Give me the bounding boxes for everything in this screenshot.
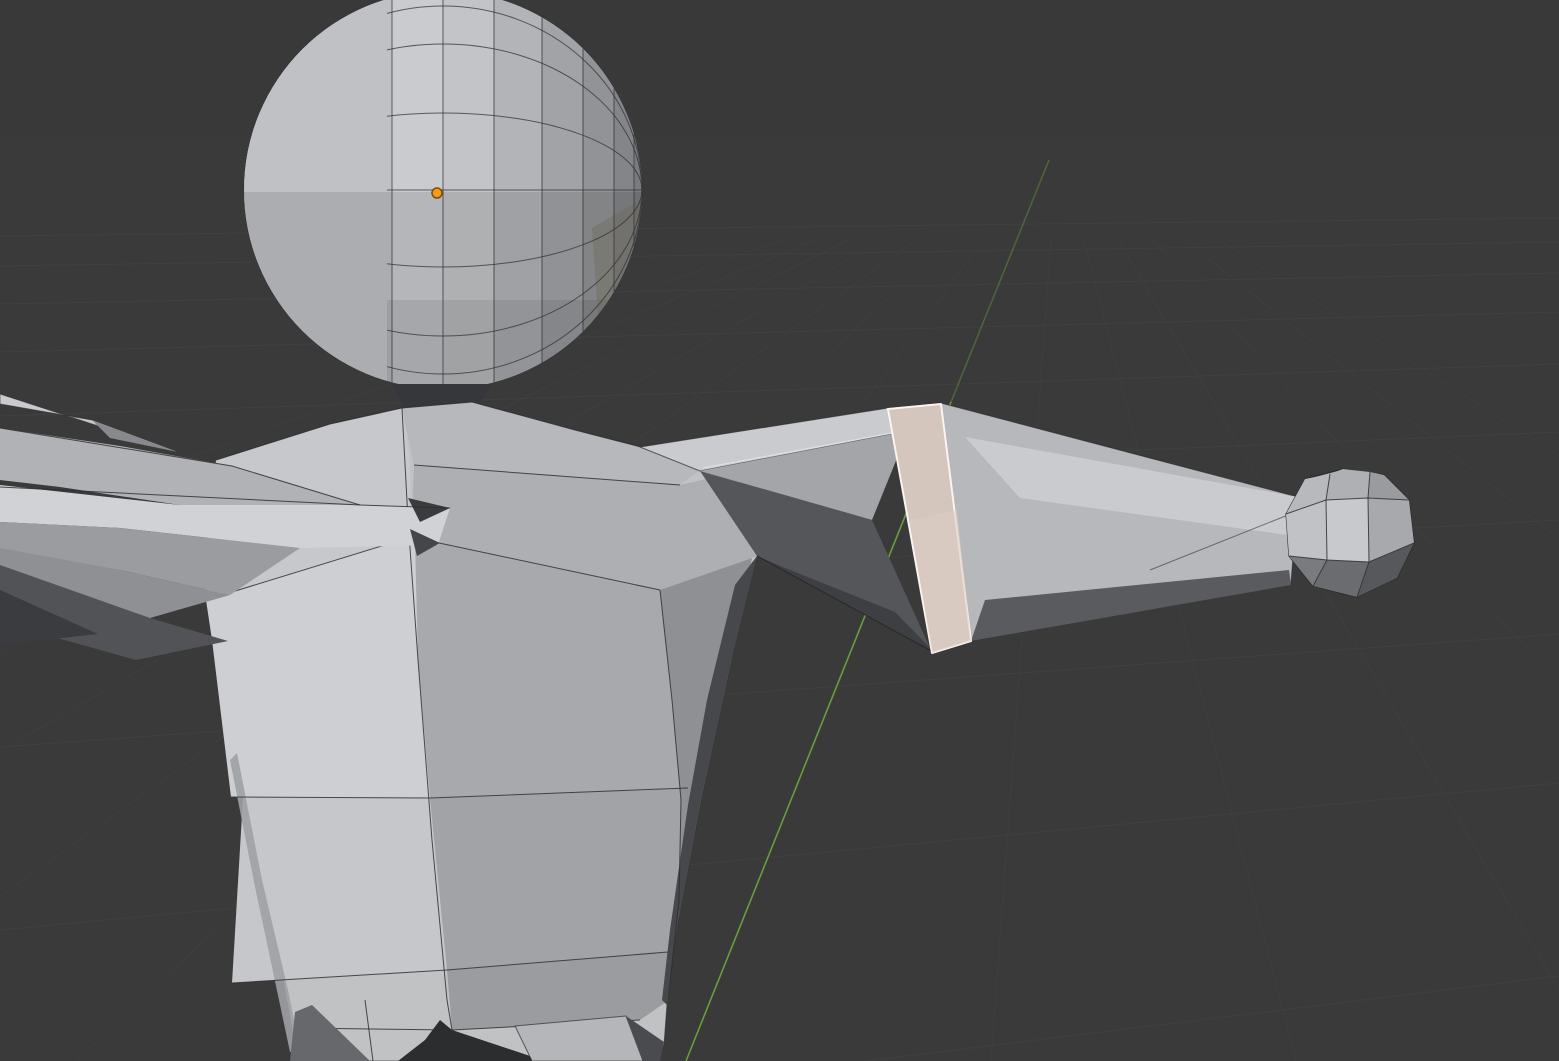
blender-viewport[interactable] [0,0,1559,1061]
torso-right-row4[interactable] [430,788,688,970]
viewport-canvas[interactable] [0,0,1559,1061]
ball-facet-top-mid[interactable] [1326,469,1370,500]
ball-facet-mid-center[interactable] [1326,498,1369,562]
object-origin-dot[interactable] [432,188,442,198]
sky-above-horizon [0,0,1559,138]
